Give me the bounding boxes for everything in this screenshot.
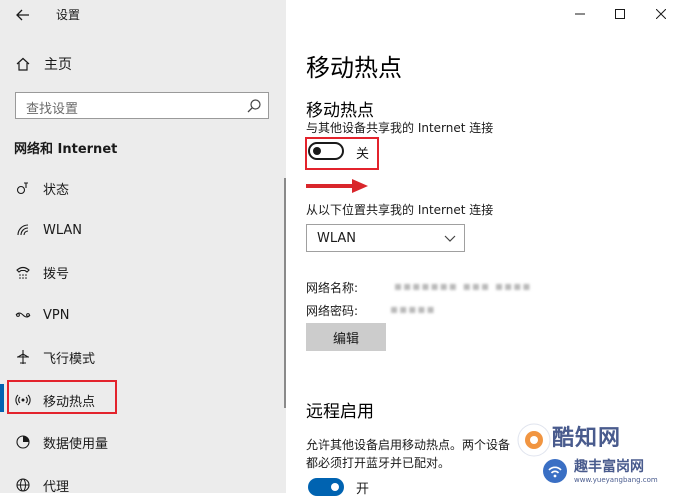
data-usage-icon bbox=[14, 433, 32, 451]
home-label: 主页 bbox=[44, 57, 72, 73]
network-name-value-blurred: ▪▪▪▪▪▪▪ ▪▪▪ ▪▪▪▪ bbox=[394, 279, 532, 293]
globe-icon bbox=[14, 476, 32, 494]
airplane-icon bbox=[14, 348, 32, 366]
remote-description: 允许其他设备启用移动热点。两个设备都必须打开蓝牙并已配对。 bbox=[306, 438, 511, 470]
toggle-knob bbox=[313, 147, 321, 155]
hotspot-heading: 移动热点 bbox=[306, 101, 374, 121]
minimize-button[interactable] bbox=[569, 4, 591, 24]
sidebar-item-vpn[interactable]: VPN bbox=[14, 301, 264, 329]
sidebar: 设置 主页 查找设置 网络和 Internet 状态 WLAN 拨号 VPN 飞… bbox=[0, 0, 286, 495]
remote-heading: 远程启用 bbox=[306, 402, 374, 422]
sidebar-item-label: 数据使用量 bbox=[43, 436, 109, 452]
window-title: 设置 bbox=[56, 8, 81, 22]
chevron-down-icon bbox=[444, 235, 456, 242]
wifi-icon bbox=[14, 221, 32, 239]
minimize-icon bbox=[575, 13, 585, 15]
watermark-wifi-icon bbox=[543, 459, 567, 483]
sidebar-item-label: 状态 bbox=[43, 182, 70, 198]
hotspot-highlight-box bbox=[7, 380, 117, 414]
share-from-label: 从以下位置共享我的 Internet 连接 bbox=[306, 203, 494, 217]
home-icon bbox=[14, 55, 32, 73]
watermark-url: www.yueyangbang.com bbox=[574, 476, 658, 484]
vpn-icon bbox=[14, 306, 32, 324]
dialup-icon bbox=[14, 263, 32, 281]
sidebar-item-status[interactable]: 状态 bbox=[14, 174, 264, 202]
watermark-sub: 趣丰富岗网 bbox=[574, 459, 644, 475]
sidebar-item-label: 拨号 bbox=[43, 266, 70, 282]
hotspot-toggle[interactable] bbox=[308, 142, 344, 160]
remote-toggle[interactable] bbox=[308, 478, 344, 496]
page-title: 移动热点 bbox=[306, 54, 402, 82]
hotspot-toggle-label: 关 bbox=[356, 147, 370, 162]
back-button[interactable] bbox=[12, 4, 34, 26]
main-content: 移动热点 移动热点 与其他设备共享我的 Internet 连接 关 从以下位置共… bbox=[286, 0, 682, 497]
active-indicator bbox=[0, 384, 4, 412]
maximize-icon bbox=[615, 9, 625, 19]
sidebar-item-label: 代理 bbox=[43, 479, 70, 495]
share-description: 与其他设备共享我的 Internet 连接 bbox=[306, 121, 494, 135]
watermark: 酷知网 趣丰富岗网 www.yueyangbang.com bbox=[512, 412, 682, 493]
sidebar-item-label: VPN bbox=[43, 307, 70, 323]
sidebar-item-dialup[interactable]: 拨号 bbox=[14, 258, 264, 286]
search-placeholder: 查找设置 bbox=[26, 102, 79, 117]
red-arrow-icon bbox=[306, 179, 368, 193]
remote-toggle-label: 开 bbox=[356, 482, 370, 497]
search-input[interactable]: 查找设置 bbox=[15, 92, 269, 119]
network-password-label: 网络密码: bbox=[306, 304, 359, 318]
sidebar-item-label: WLAN bbox=[43, 222, 83, 238]
sidebar-item-airplane-mode[interactable]: 飞行模式 bbox=[14, 343, 264, 371]
search-icon[interactable] bbox=[246, 98, 262, 114]
sidebar-item-wlan[interactable]: WLAN bbox=[14, 216, 264, 244]
sidebar-item-label: 飞行模式 bbox=[43, 351, 96, 367]
sidebar-item-proxy[interactable]: 代理 bbox=[14, 471, 264, 499]
watermark-brand: 酷知网 bbox=[552, 426, 622, 451]
section-heading: 网络和 Internet bbox=[14, 142, 118, 157]
status-icon bbox=[14, 179, 32, 197]
network-name-label: 网络名称: bbox=[306, 281, 359, 295]
maximize-button[interactable] bbox=[609, 4, 631, 24]
close-button[interactable] bbox=[650, 4, 672, 24]
back-arrow-icon bbox=[16, 9, 29, 21]
dropdown-value: WLAN bbox=[317, 231, 357, 246]
toggle-knob bbox=[331, 483, 339, 491]
share-from-dropdown[interactable]: WLAN bbox=[306, 224, 465, 252]
network-password-value-blurred: ▪▪▪▪▪ bbox=[390, 302, 436, 316]
close-icon bbox=[656, 9, 666, 19]
sidebar-item-data-usage[interactable]: 数据使用量 bbox=[14, 428, 264, 456]
watermark-logo-icon bbox=[517, 423, 551, 457]
sidebar-home[interactable]: 主页 bbox=[14, 52, 72, 76]
edit-button[interactable]: 编辑 bbox=[306, 323, 386, 351]
